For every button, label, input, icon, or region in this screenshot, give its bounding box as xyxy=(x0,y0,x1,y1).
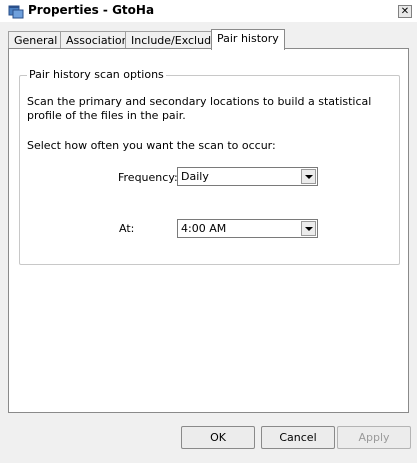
properties-dialog: Properties - GtoHa ✕ General Association… xyxy=(0,0,417,463)
pair-history-scan-options-group: Pair history scan options Scan the prima… xyxy=(19,68,400,265)
scan-frequency-prompt: Select how often you want the scan to oc… xyxy=(27,139,276,152)
time-value: 4:00 AM xyxy=(181,222,227,235)
apply-button[interactable]: Apply xyxy=(337,426,411,449)
frequency-dropdown[interactable]: Daily xyxy=(177,167,318,186)
tab-general[interactable]: General xyxy=(8,31,64,49)
frequency-value: Daily xyxy=(181,170,209,183)
scan-description: Scan the primary and secondary locations… xyxy=(27,95,372,122)
time-dropdown[interactable]: 4:00 AM xyxy=(177,219,318,238)
properties-window-icon xyxy=(8,5,24,19)
at-label: At: xyxy=(119,222,135,235)
cancel-button[interactable]: Cancel xyxy=(261,426,335,449)
chevron-down-icon[interactable] xyxy=(301,169,316,184)
chevron-down-icon[interactable] xyxy=(301,221,316,236)
frequency-label: Frequency: xyxy=(118,171,178,184)
ok-button[interactable]: OK xyxy=(181,426,255,449)
group-title: Pair history scan options xyxy=(27,68,166,81)
tab-pair-history[interactable]: Pair history xyxy=(211,29,285,50)
tab-include-exclude[interactable]: Include/Exclude xyxy=(125,31,224,49)
tab-page-pair-history: Pair history scan options Scan the prima… xyxy=(8,48,409,413)
title-bar: Properties - GtoHa ✕ xyxy=(0,0,417,22)
close-icon[interactable]: ✕ xyxy=(398,5,412,18)
window-title: Properties - GtoHa xyxy=(28,3,155,17)
tab-strip: General Associations Include/Exclude Pai… xyxy=(8,29,408,50)
